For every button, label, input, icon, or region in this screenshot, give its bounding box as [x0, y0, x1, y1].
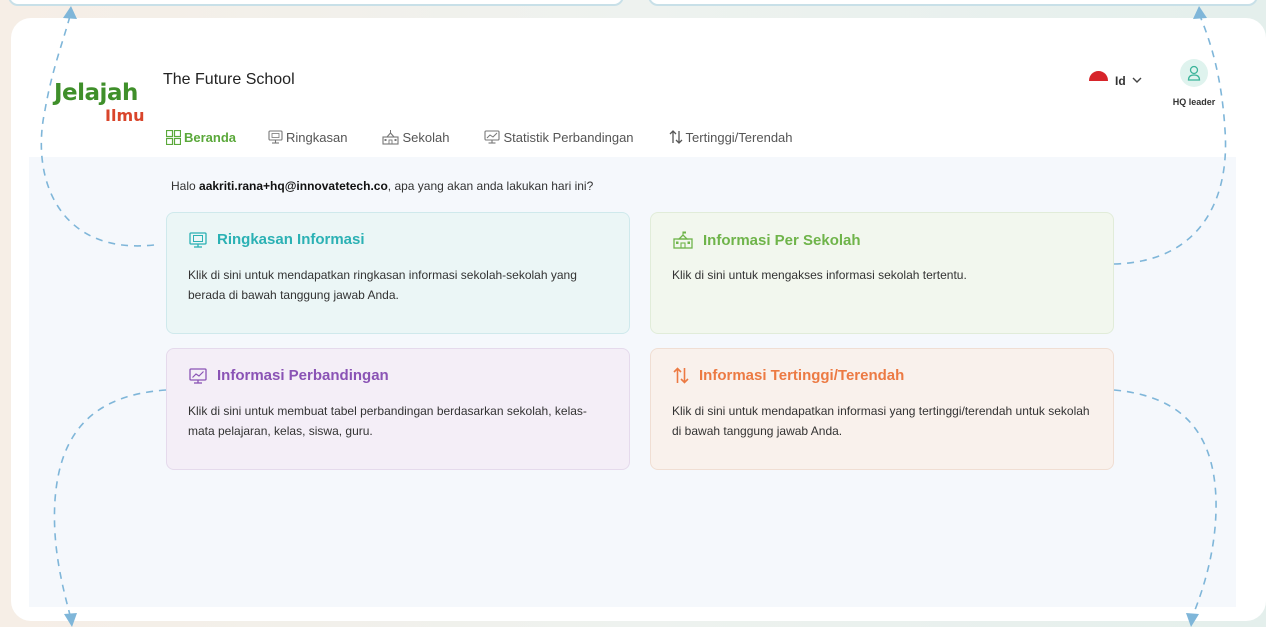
- tile-title: Informasi Tertinggi/Terendah: [673, 367, 904, 384]
- logo-text-jelajah: Jelajah: [54, 80, 138, 106]
- greeting-text: Halo aakriti.rana+hq@innovatetech.co, ap…: [171, 179, 593, 193]
- school-icon: [382, 129, 400, 145]
- greeting-suffix: , apa yang akan anda lakukan hari ini?: [387, 179, 594, 193]
- tile-description: Klik di sini untuk membuat tabel perband…: [188, 404, 587, 438]
- nav-label: Tertinggi/Terendah: [685, 129, 793, 145]
- chevron-down-icon: [1132, 77, 1142, 83]
- sort-arrows-icon: [669, 130, 683, 144]
- tile-title-text: Informasi Perbandingan: [217, 367, 389, 384]
- grid-icon: [166, 129, 181, 145]
- nav-label: Sekolah: [402, 129, 450, 145]
- sort-arrows-icon: [673, 367, 689, 384]
- main-window: Jelajah Ilmu The Future School Beranda R…: [11, 18, 1266, 621]
- tile-ringkasan-informasi[interactable]: Ringkasan Informasi Klik di sini untuk m…: [166, 212, 630, 334]
- logo-text-ilmu: Ilmu: [105, 106, 145, 125]
- tile-informasi-tertinggi-terendah[interactable]: Informasi Tertinggi/Terendah Klik di sin…: [650, 348, 1114, 470]
- user-menu[interactable]: HQ leader: [1166, 59, 1222, 107]
- tile-title: Ringkasan Informasi: [189, 231, 365, 248]
- user-avatar[interactable]: [1180, 59, 1208, 87]
- app-logo[interactable]: Jelajah Ilmu: [54, 76, 164, 136]
- user-role: HQ leader: [1172, 97, 1216, 107]
- monitor-icon: [268, 130, 283, 144]
- tile-title-text: Informasi Tertinggi/Terendah: [699, 367, 905, 384]
- language-selector[interactable]: Id: [1089, 71, 1142, 90]
- user-icon: [1187, 65, 1201, 81]
- background-panel-left: [8, 0, 624, 6]
- chart-monitor-icon: [189, 367, 207, 384]
- tile-description: Klik di sini untuk mendapatkan ringkasan…: [188, 268, 577, 302]
- nav-item-tertinggi-terendah[interactable]: Tertinggi/Terendah: [669, 130, 793, 145]
- tile-informasi-perbandingan[interactable]: Informasi Perbandingan Klik di sini untu…: [166, 348, 630, 470]
- language-label: Id: [1115, 73, 1126, 88]
- tile-title-text: Informasi Per Sekolah: [703, 231, 861, 249]
- tile-informasi-per-sekolah[interactable]: Informasi Per Sekolah Klik di sini untuk…: [650, 212, 1114, 334]
- dashboard-content: Halo aakriti.rana+hq@innovatetech.co, ap…: [29, 157, 1236, 607]
- nav-label: Beranda: [184, 129, 237, 145]
- greeting-prefix: Halo: [171, 179, 200, 193]
- nav-item-beranda[interactable]: Beranda: [166, 129, 237, 145]
- school-icon: [673, 231, 693, 249]
- nav-item-ringkasan[interactable]: Ringkasan: [268, 130, 347, 145]
- chart-monitor-icon: [484, 130, 501, 144]
- greeting-email: aakriti.rana+hq@innovatetech.co: [199, 179, 388, 193]
- tile-title: Informasi Per Sekolah: [673, 231, 861, 249]
- indonesia-flag-icon: [1089, 71, 1108, 90]
- school-name: The Future School: [163, 71, 295, 88]
- tile-title: Informasi Perbandingan: [189, 367, 389, 384]
- background-panel-right: [648, 0, 1258, 6]
- nav-item-sekolah[interactable]: Sekolah: [382, 129, 450, 145]
- tile-title-text: Ringkasan Informasi: [217, 231, 365, 248]
- main-nav: Beranda Ringkasan Sekolah Statistik Perb…: [166, 127, 828, 147]
- monitor-icon: [189, 231, 207, 248]
- nav-label: Statistik Perbandingan: [503, 129, 634, 145]
- tile-description: Klik di sini untuk mengakses informasi s…: [672, 268, 967, 282]
- nav-item-statistik-perbandingan[interactable]: Statistik Perbandingan: [484, 129, 634, 145]
- tile-description: Klik di sini untuk mendapatkan informasi…: [672, 404, 1090, 438]
- nav-label: Ringkasan: [286, 129, 348, 145]
